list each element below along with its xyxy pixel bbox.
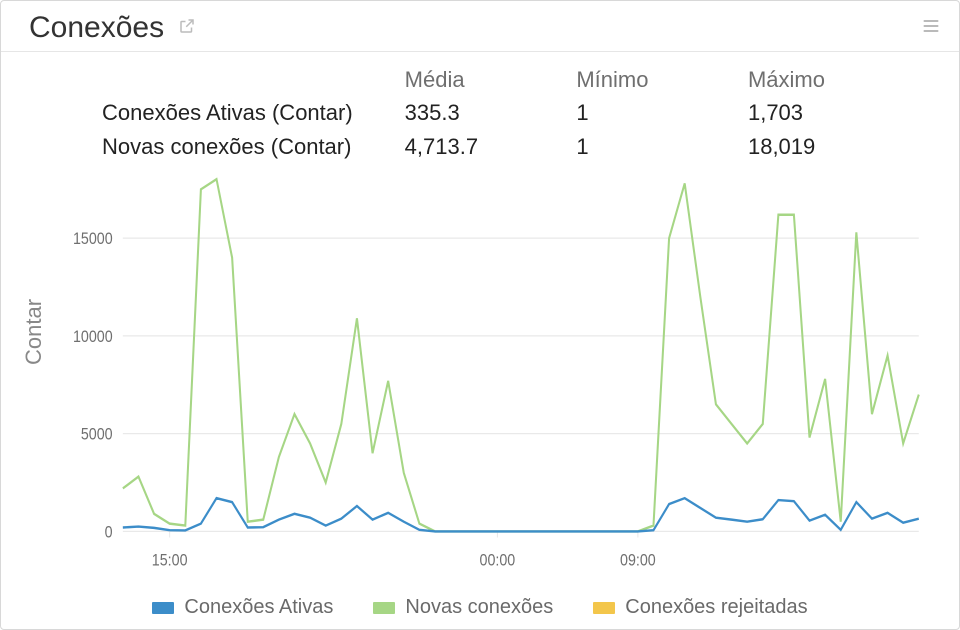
legend-swatch-green (373, 602, 395, 614)
title-wrap: Conexões (29, 11, 196, 45)
col-maximo: Máximo (747, 66, 919, 93)
panel-header: Conexões (1, 1, 959, 52)
svg-text:09:00: 09:00 (620, 551, 656, 569)
legend-label: Conexões Ativas (184, 596, 333, 619)
svg-text:15000: 15000 (73, 230, 113, 248)
table-header-row: Média Mínimo Máximo (101, 66, 919, 93)
legend-swatch-blue (152, 602, 174, 614)
chart: Contar 05000100001500015:0000:0009:00 (31, 167, 929, 580)
row-min: 1 (575, 133, 747, 161)
hamburger-menu-icon[interactable] (921, 16, 941, 41)
col-media: Média (404, 66, 576, 93)
row-name: Novas conexões (Contar) (101, 133, 404, 161)
panel: Conexões Média Mínimo Máximo (0, 0, 960, 630)
table-row: Conexões Ativas (Contar) 335.3 1 1,703 (101, 99, 919, 127)
svg-text:00:00: 00:00 (480, 551, 516, 569)
row-min: 1 (575, 99, 747, 127)
col-minimo: Mínimo (575, 66, 747, 93)
row-media: 4,713.7 (404, 133, 576, 161)
page-title: Conexões (29, 11, 164, 45)
svg-text:0: 0 (105, 523, 113, 541)
y-axis-label: Contar (21, 299, 47, 365)
chart-legend: Conexões Ativas Novas conexões Conexões … (1, 590, 959, 629)
stats-table: Média Mínimo Máximo Conexões Ativas (Con… (1, 52, 959, 167)
row-name: Conexões Ativas (Contar) (101, 99, 404, 127)
svg-text:10000: 10000 (73, 328, 113, 346)
external-link-icon[interactable] (178, 17, 196, 40)
svg-text:5000: 5000 (81, 426, 113, 444)
legend-swatch-yellow (593, 602, 615, 614)
svg-text:15:00: 15:00 (152, 551, 188, 569)
row-max: 1,703 (747, 99, 919, 127)
legend-label: Conexões rejeitadas (625, 596, 807, 619)
legend-item: Conexões Ativas (152, 596, 333, 619)
table-row: Novas conexões (Contar) 4,713.7 1 18,019 (101, 133, 919, 161)
row-media: 335.3 (404, 99, 576, 127)
row-max: 18,019 (747, 133, 919, 161)
legend-label: Novas conexões (405, 596, 553, 619)
legend-item: Novas conexões (373, 596, 553, 619)
legend-item: Conexões rejeitadas (593, 596, 807, 619)
chart-svg: 0 5000 10000 15000 15:00 00:00 09:00 (31, 167, 929, 580)
